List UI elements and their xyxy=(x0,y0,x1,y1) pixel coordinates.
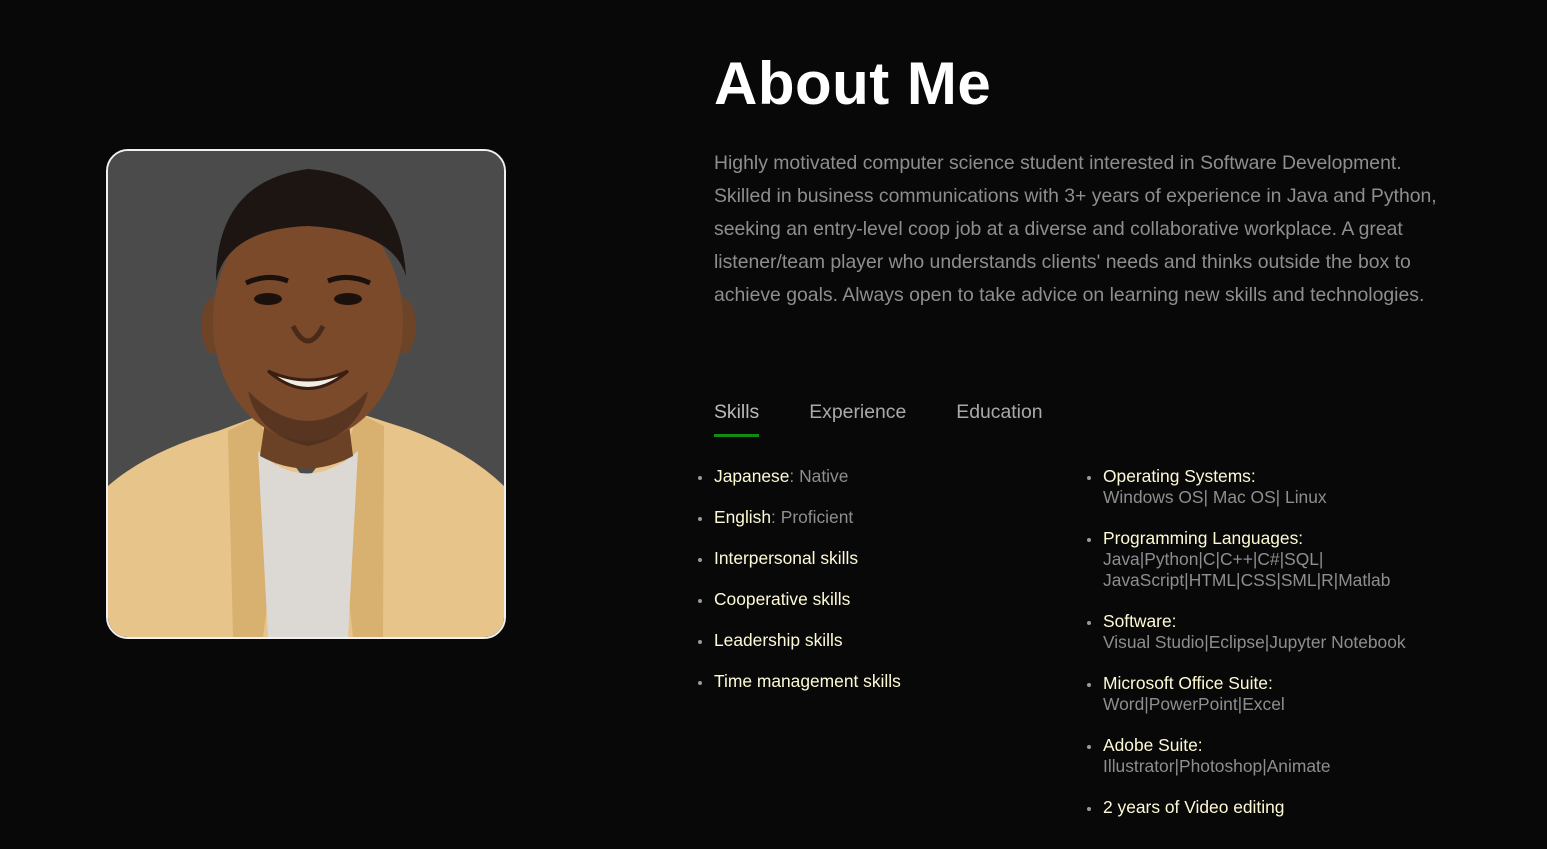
skill-detail: Visual Studio|Eclipse|Jupyter Notebook xyxy=(1103,632,1406,652)
skill-value: Proficient xyxy=(775,507,854,527)
list-item: Operating Systems: Windows OS| Mac OS| Li… xyxy=(1087,466,1483,508)
tab-education[interactable]: Education xyxy=(956,398,1042,436)
tab-experience[interactable]: Experience xyxy=(809,398,906,436)
skills-list-left: Japanese: Native English: Proficient Int… xyxy=(698,466,1064,712)
skill-category: Software: xyxy=(1103,611,1177,631)
skill-detail: Word|PowerPoint|Excel xyxy=(1103,694,1285,714)
skill-detail: Windows OS| Mac OS| Linux xyxy=(1103,487,1327,507)
skill-detail: JavaScript|HTML|CSS|SML|R|Matlab xyxy=(1103,570,1391,590)
list-item: Microsoft Office Suite: Word|PowerPoint|E… xyxy=(1087,673,1483,715)
page-title: About Me xyxy=(714,50,992,117)
skill-label: Leadership skills xyxy=(714,630,843,650)
skill-label: Japanese xyxy=(714,466,790,486)
skill-label: Cooperative skills xyxy=(714,589,851,609)
skill-category: 2 years of Video editing xyxy=(1103,797,1285,817)
skill-category: Adobe Suite: xyxy=(1103,735,1203,755)
skill-label: English xyxy=(714,507,772,527)
tab-bar: Skills Experience Education xyxy=(714,398,1043,437)
list-item: Software: Visual Studio|Eclipse|Jupyter N… xyxy=(1087,611,1483,653)
list-item: English: Proficient xyxy=(698,507,1064,528)
skill-category: Programming Languages: xyxy=(1103,528,1304,548)
skill-category: Operating Systems: xyxy=(1103,466,1256,486)
about-section: About Me Highly motivated computer scien… xyxy=(0,0,1547,849)
skill-detail: Java|Python|C|C++|C#|SQL| xyxy=(1103,549,1324,569)
skill-label: Interpersonal skills xyxy=(714,548,859,568)
profile-photo xyxy=(106,149,506,639)
list-item: Cooperative skills xyxy=(698,589,1064,610)
list-item: Leadership skills xyxy=(698,630,1064,651)
list-item: Interpersonal skills xyxy=(698,548,1064,569)
list-item: Japanese: Native xyxy=(698,466,1064,487)
list-item: 2 years of Video editing xyxy=(1087,797,1483,818)
skills-list-right: Operating Systems: Windows OS| Mac OS| Li… xyxy=(1087,466,1483,838)
skill-detail: Illustrator|Photoshop|Animate xyxy=(1103,756,1331,776)
skill-value: Native xyxy=(794,466,849,486)
skill-label: Time management skills xyxy=(714,671,901,691)
skill-category: Microsoft Office Suite: xyxy=(1103,673,1273,693)
bio-paragraph: Highly motivated computer science studen… xyxy=(714,152,1437,306)
tab-skills[interactable]: Skills xyxy=(714,398,760,437)
list-item: Adobe Suite: Illustrator|Photoshop|Animat… xyxy=(1087,735,1483,777)
list-item: Programming Languages: Java|Python|C|C++|… xyxy=(1087,528,1483,591)
list-item: Time management skills xyxy=(698,671,1064,692)
